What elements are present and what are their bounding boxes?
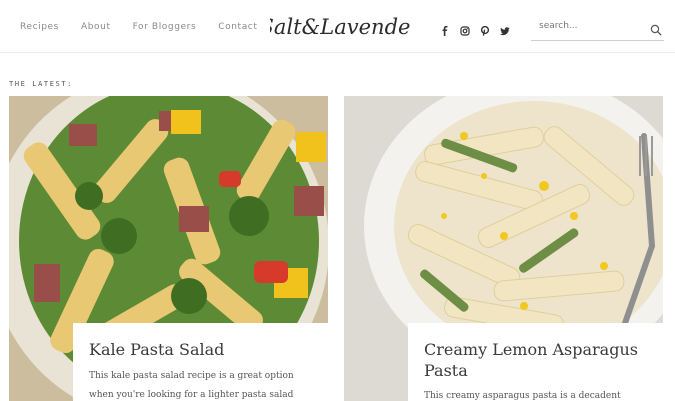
section-heading: THE LATEST: bbox=[9, 80, 73, 88]
post-excerpt-line: when you're looking for a lighter pasta … bbox=[89, 390, 294, 400]
social-links bbox=[440, 21, 510, 36]
nav-contact[interactable]: Contact bbox=[218, 22, 257, 32]
nav-about[interactable]: About bbox=[81, 22, 111, 32]
main-nav: Recipes About For Bloggers Contact bbox=[20, 22, 257, 32]
site-header: Recipes About For Bloggers Contact Salt&… bbox=[0, 0, 675, 53]
nav-recipes[interactable]: Recipes bbox=[20, 22, 59, 32]
search-input[interactable] bbox=[537, 20, 649, 32]
post-card-creamy-lemon-asparagus-pasta[interactable]: Creamy Lemon Asparagus Pasta This creamy… bbox=[344, 96, 663, 401]
post-card-kale-pasta-salad[interactable]: Kale Pasta Salad This kale pasta salad r… bbox=[9, 96, 328, 401]
site-logo[interactable]: Salt&Lavender bbox=[270, 8, 410, 44]
logo-text: Salt&Lavender bbox=[270, 15, 410, 39]
post-title-line[interactable]: Creamy Lemon Asparagus bbox=[424, 339, 659, 360]
post-title[interactable]: Kale Pasta Salad bbox=[89, 339, 324, 360]
facebook-icon[interactable] bbox=[440, 21, 450, 36]
nav-for-bloggers[interactable]: For Bloggers bbox=[133, 22, 197, 32]
post-caption: Creamy Lemon Asparagus Pasta This creamy… bbox=[408, 323, 663, 401]
instagram-icon[interactable] bbox=[460, 21, 470, 36]
search-icon[interactable] bbox=[650, 21, 662, 36]
post-excerpt-line: This kale pasta salad recipe is a great … bbox=[89, 371, 294, 381]
post-excerpt-line: This creamy asparagus pasta is a decaden… bbox=[424, 391, 621, 401]
twitter-icon[interactable] bbox=[500, 21, 510, 36]
search-box bbox=[531, 16, 664, 41]
pinterest-icon[interactable] bbox=[480, 21, 490, 36]
post-title-line[interactable]: Pasta bbox=[424, 360, 659, 381]
post-caption: Kale Pasta Salad This kale pasta salad r… bbox=[73, 323, 328, 401]
